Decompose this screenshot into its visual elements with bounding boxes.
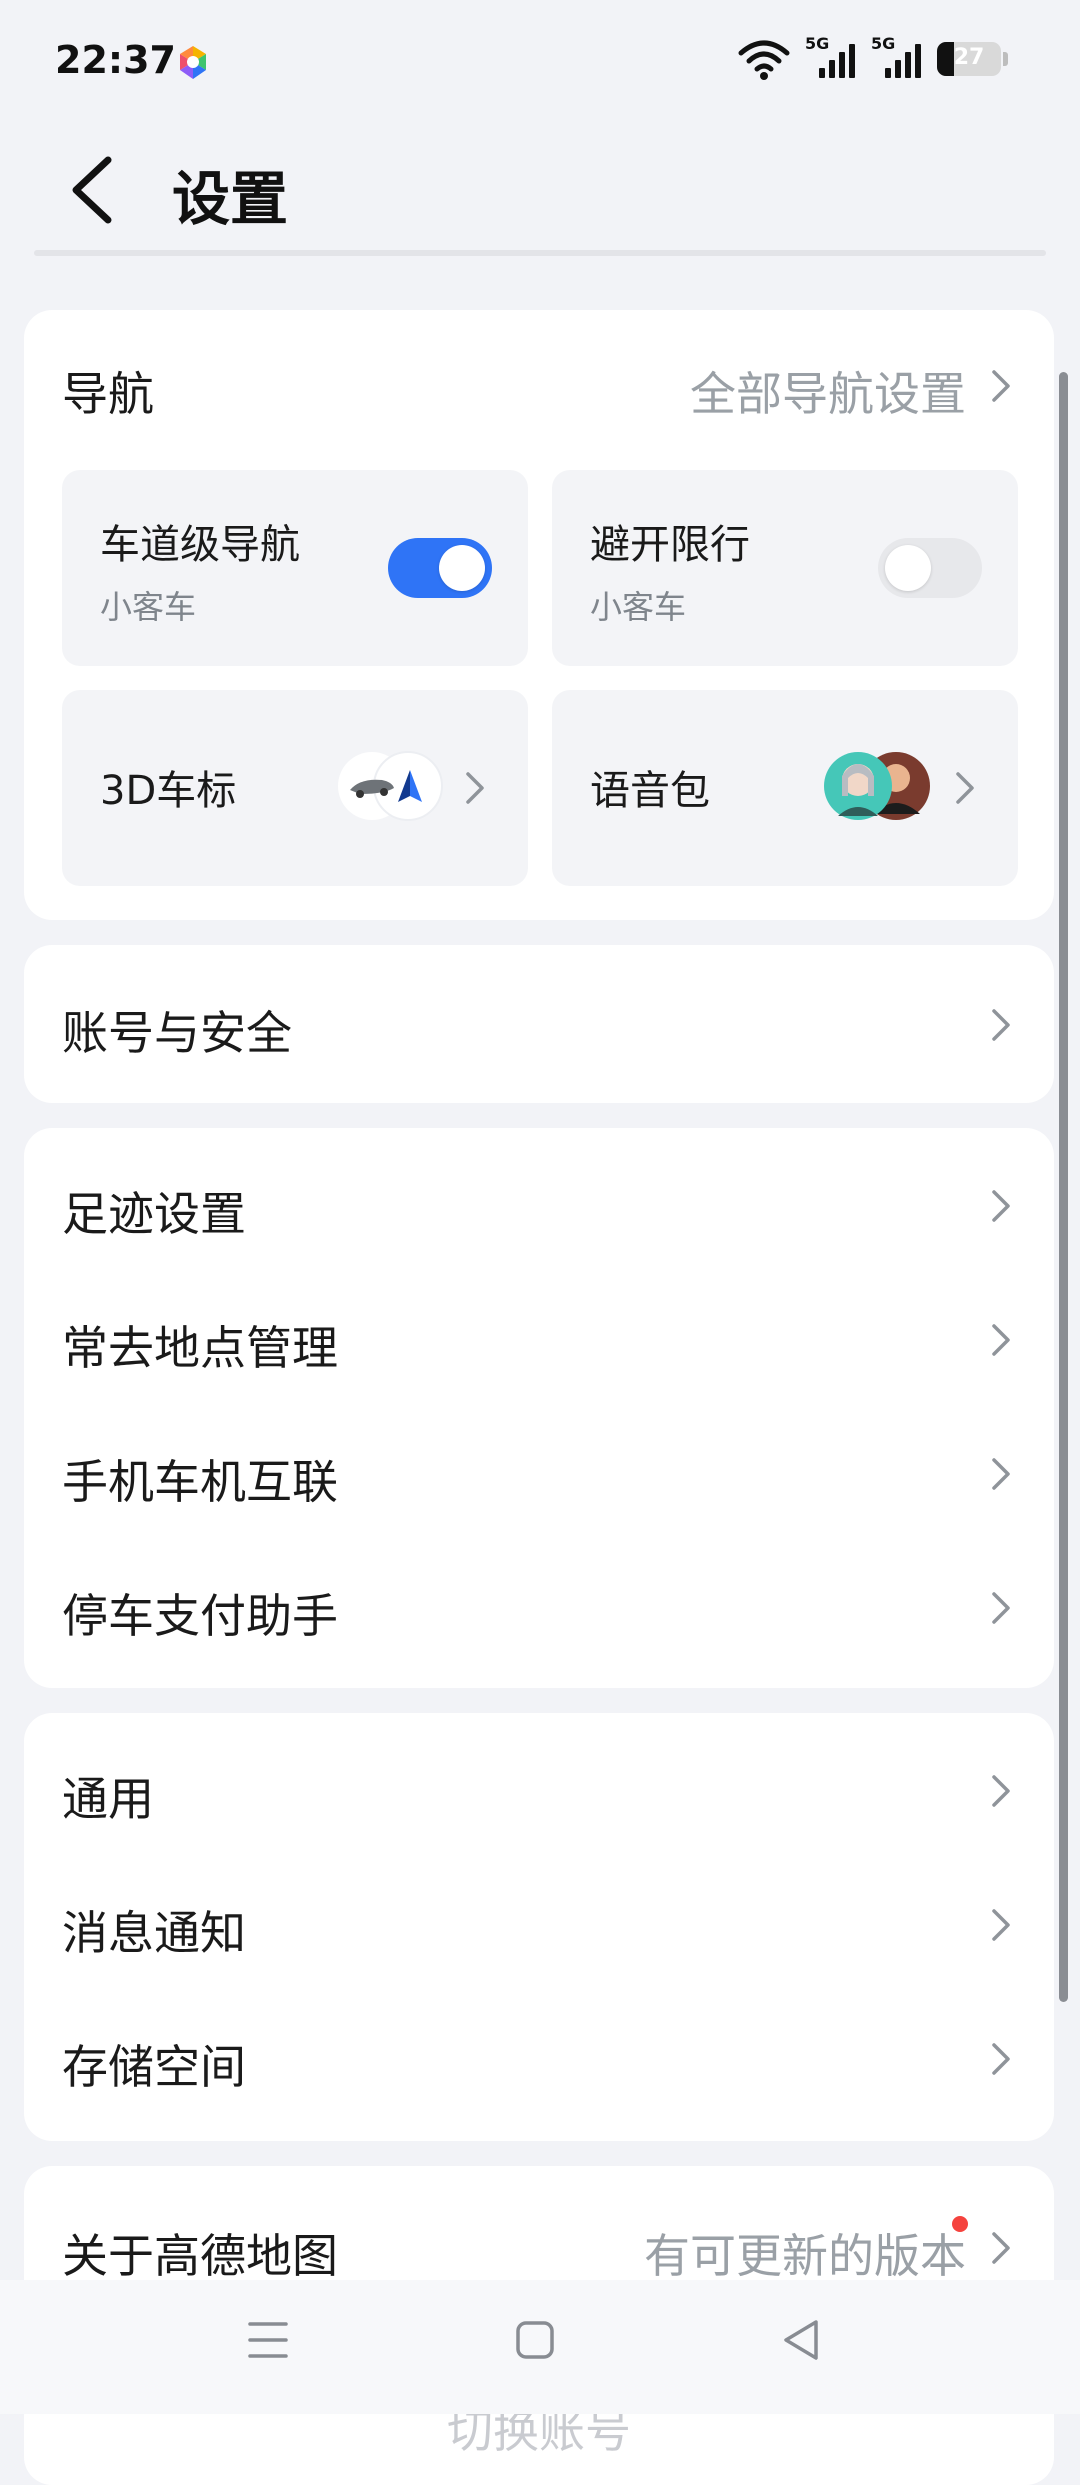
- status-bar: 22:37 5G 5G 27: [0, 0, 1080, 120]
- update-available-text: 有可更新的版本: [644, 2229, 966, 2283]
- tile-subtitle: 小客车: [100, 588, 197, 626]
- chevron-right-icon: [992, 2043, 1010, 2075]
- row-label: 账号与安全: [62, 1006, 292, 1060]
- chevron-right-icon: [992, 1324, 1010, 1356]
- status-time: 22:37: [55, 38, 176, 82]
- toggle-knob: [439, 545, 485, 591]
- row-label: 足迹设置: [62, 1187, 246, 1241]
- battery-tip: [1003, 52, 1008, 66]
- row-label: 通用: [62, 1772, 154, 1826]
- chevron-right-icon: [992, 1592, 1010, 1624]
- chevron-right-icon: [466, 772, 484, 804]
- tile-title: 3D车标: [100, 768, 237, 814]
- wifi-icon: [738, 40, 790, 80]
- voice-avatar-icon: [824, 752, 930, 820]
- navigation-section-title: 导航: [62, 367, 154, 421]
- battery-level-text: 27: [953, 45, 985, 70]
- account-security-row[interactable]: 账号与安全: [24, 965, 1054, 1085]
- back-triangle-icon[interactable]: [772, 2310, 832, 2370]
- features-card: 足迹设置 常去地点管理 手机车机互联 停车支付助手: [24, 1128, 1054, 1688]
- storage-row[interactable]: 存储空间: [24, 1999, 1054, 2119]
- footprint-settings-row[interactable]: 足迹设置: [24, 1146, 1054, 1266]
- row-label: 常去地点管理: [62, 1321, 338, 1375]
- chevron-right-icon: [992, 2232, 1010, 2264]
- header-divider: [34, 250, 1046, 256]
- page-title: 设置: [172, 165, 289, 233]
- system-nav-bar: [0, 2280, 1080, 2414]
- chevron-right-icon: [992, 370, 1010, 402]
- app-notification-icon: [180, 46, 206, 79]
- tile-title: 避开限行: [590, 522, 750, 568]
- account-card: 账号与安全: [24, 945, 1054, 1103]
- general-row[interactable]: 通用: [24, 1731, 1054, 1851]
- toggle-knob: [885, 545, 931, 591]
- avoid-restrictions-tile[interactable]: 避开限行 小客车: [552, 470, 1018, 666]
- tile-title: 车道级导航: [100, 522, 300, 568]
- avoid-restrictions-toggle[interactable]: [878, 538, 982, 598]
- battery-icon: 27: [937, 42, 1001, 76]
- tile-subtitle: 小客车: [590, 588, 687, 626]
- row-label: 停车支付助手: [62, 1589, 338, 1643]
- row-label: 手机车机互联: [62, 1455, 338, 1509]
- menu-icon[interactable]: [238, 2310, 298, 2370]
- header: 设置: [0, 130, 1080, 250]
- navigation-card: 导航 全部导航设置 车道级导航 小客车 避开限行 小客车 3D车标 语音包: [24, 310, 1054, 920]
- lane-level-navigation-tile[interactable]: 车道级导航 小客车: [62, 470, 528, 666]
- signal-icon: 5G: [805, 34, 857, 82]
- update-badge: [952, 2216, 968, 2232]
- scrollbar[interactable]: [1059, 372, 1068, 2002]
- home-square-icon[interactable]: [505, 2310, 565, 2370]
- row-label: 关于高德地图: [62, 2229, 338, 2283]
- 3d-car-icon-tile[interactable]: 3D车标: [62, 690, 528, 886]
- chevron-right-icon: [956, 772, 974, 804]
- status-indicators: 5G 5G 27: [737, 34, 1008, 82]
- tile-title: 语音包: [590, 768, 710, 814]
- chevron-right-icon: [992, 1775, 1010, 1807]
- parking-payment-row[interactable]: 停车支付助手: [24, 1548, 1054, 1668]
- frequent-places-row[interactable]: 常去地点管理: [24, 1280, 1054, 1400]
- signal-icon: 5G: [871, 34, 923, 82]
- back-icon[interactable]: [58, 150, 128, 230]
- row-label: 消息通知: [62, 1906, 246, 1960]
- lane-level-navigation-toggle[interactable]: [388, 538, 492, 598]
- chevron-right-icon: [992, 1458, 1010, 1490]
- general-card: 通用 消息通知 存储空间: [24, 1713, 1054, 2141]
- phone-car-link-row[interactable]: 手机车机互联: [24, 1414, 1054, 1534]
- voice-pack-tile[interactable]: 语音包: [552, 690, 1018, 886]
- chevron-right-icon: [992, 1190, 1010, 1222]
- navigation-header-row: 导航 全部导航设置: [24, 310, 1054, 430]
- row-label: 存储空间: [62, 2040, 246, 2094]
- chevron-right-icon: [992, 1909, 1010, 1941]
- all-navigation-settings-link[interactable]: 全部导航设置: [690, 358, 966, 424]
- chevron-right-icon: [992, 1009, 1010, 1041]
- notifications-row[interactable]: 消息通知: [24, 1865, 1054, 1985]
- car-icon: [338, 751, 443, 821]
